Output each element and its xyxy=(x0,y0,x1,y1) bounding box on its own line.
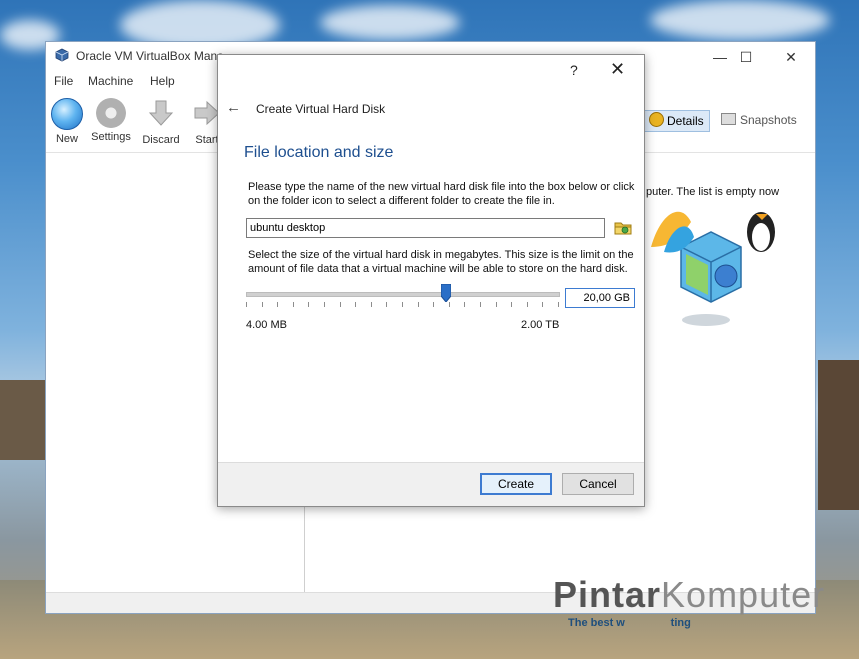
tab-snapshots[interactable]: Snapshots xyxy=(719,110,799,132)
menu-machine[interactable]: Machine xyxy=(88,74,133,88)
discard-button[interactable]: Discard xyxy=(136,98,186,146)
size-slider-ticks xyxy=(246,302,560,308)
range-max-label: 2.00 TB xyxy=(521,319,560,331)
virtualbox-mascot-icon xyxy=(651,211,775,326)
slider-tick xyxy=(355,302,356,307)
slider-tick xyxy=(480,302,481,307)
discard-label: Discard xyxy=(142,134,180,146)
slider-tick xyxy=(418,302,419,307)
help-button[interactable]: ? xyxy=(570,62,578,78)
back-button[interactable]: ← xyxy=(226,99,241,116)
size-instructions: Select the size of the virtual hard disk… xyxy=(248,249,634,275)
new-button[interactable]: New xyxy=(42,98,92,145)
close-dialog-button[interactable]: ✕ xyxy=(610,59,625,80)
slider-tick xyxy=(433,302,434,307)
slider-tick xyxy=(402,302,403,307)
slider-tick xyxy=(324,302,325,307)
tab-details[interactable]: Details xyxy=(644,110,710,132)
cancel-button[interactable]: Cancel xyxy=(562,473,634,495)
watermark-brand-a: Pintar xyxy=(553,574,662,615)
create-virtual-hard-disk-dialog: ? ✕ ← Create Virtual Hard Disk File loca… xyxy=(217,54,645,507)
watermark-brand: PintarKomputer xyxy=(553,574,825,616)
slider-tick xyxy=(277,302,278,307)
start-label: Start xyxy=(195,134,219,146)
slider-tick xyxy=(511,302,512,307)
size-input[interactable] xyxy=(565,288,635,308)
slider-tick xyxy=(308,302,309,307)
new-label: New xyxy=(55,133,78,145)
slider-tick xyxy=(262,302,263,307)
virtualbox-logo-icon xyxy=(55,48,69,62)
slider-tick xyxy=(558,302,559,307)
slider-tick xyxy=(527,302,528,307)
gear-icon xyxy=(96,98,126,128)
arrow-down-icon xyxy=(148,100,174,126)
dialog-title: Create Virtual Hard Disk xyxy=(256,102,386,116)
settings-label: Settings xyxy=(91,131,131,143)
section-heading: File location and size xyxy=(244,144,394,161)
new-machine-icon xyxy=(51,98,83,130)
window-title: Oracle VM VirtualBox Mana xyxy=(76,49,224,63)
maximize-button[interactable]: ☐ xyxy=(726,46,766,68)
slider-tick xyxy=(542,302,543,307)
slider-tick xyxy=(386,302,387,307)
file-name-input[interactable] xyxy=(246,218,605,238)
settings-button[interactable]: Settings xyxy=(86,98,136,143)
tab-snapshots-label: Snapshots xyxy=(740,113,797,127)
slider-tick xyxy=(496,302,497,307)
close-window-button[interactable]: ✕ xyxy=(771,46,811,68)
menu-help[interactable]: Help xyxy=(150,74,175,88)
slider-tick xyxy=(464,302,465,307)
slider-tick xyxy=(449,302,450,307)
menu-file[interactable]: File xyxy=(54,74,73,88)
watermark-tagline: The best w ting xyxy=(568,617,691,629)
range-min-label: 4.00 MB xyxy=(246,319,287,331)
size-slider-track[interactable] xyxy=(246,292,560,297)
file-location-instructions: Please type the name of the new virtual … xyxy=(248,181,635,207)
watermark-brand-b: Komputer xyxy=(661,574,826,615)
tab-details-label: Details xyxy=(667,114,704,128)
camera-icon xyxy=(721,113,736,125)
folder-icon[interactable] xyxy=(614,219,632,237)
dialog-footer: Create Cancel xyxy=(218,462,644,506)
slider-tick xyxy=(340,302,341,307)
slider-tick xyxy=(293,302,294,307)
slider-tick xyxy=(246,302,247,307)
size-slider-thumb[interactable] xyxy=(441,284,451,302)
slider-tick xyxy=(371,302,372,307)
sun-gear-icon xyxy=(649,112,664,127)
create-button[interactable]: Create xyxy=(480,473,552,495)
